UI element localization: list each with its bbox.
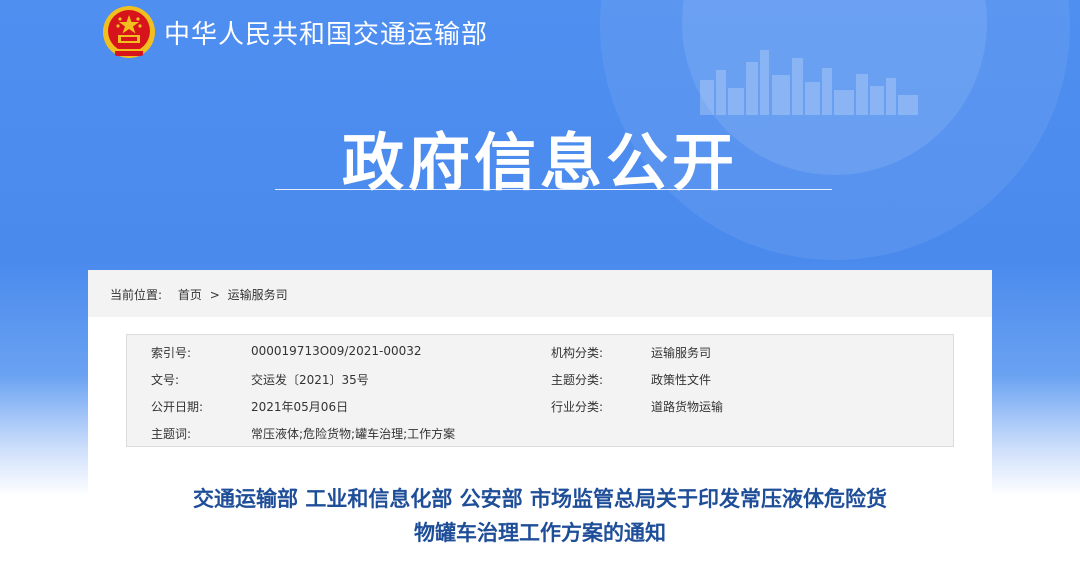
breadcrumb-home-link[interactable]: 首页 [178,286,202,303]
breadcrumb: 当前位置: 首页 > 运输服务司 [110,286,288,303]
document-info-table: 索引号: 000019713O09/2021-00032 机构分类: 运输服务司… [126,334,954,447]
date-value: 2021年05月06日 [251,400,349,414]
breadcrumb-bar: 当前位置: 首页 > 运输服务司 [88,270,992,317]
title-underline [275,189,832,190]
keywords-value: 常压液体;危险货物;罐车治理;工作方案 [251,427,456,441]
industry-value: 道路货物运输 [651,400,724,414]
breadcrumb-label: 当前位置: [110,288,163,302]
date-label: 公开日期: [151,400,204,414]
doc-no-label: 文号: [151,373,180,387]
index-no-label: 索引号: [151,346,192,360]
city-skyline-icon [700,50,918,115]
keywords-label: 主题词: [151,427,192,441]
org-value: 运输服务司 [651,346,712,360]
doc-no-value: 交运发〔2021〕35号 [251,373,369,387]
document-title-line: 物罐车治理工作方案的通知 [414,521,666,545]
industry-label: 行业分类: [551,400,604,414]
index-no-value: 000019713O09/2021-00032 [251,344,422,358]
document-title-line: 交通运输部 工业和信息化部 公安部 市场监管总局关于印发常压液体危险货 [193,487,887,511]
ministry-name: 中华人民共和国交通运输部 [164,20,489,50]
national-emblem-icon [103,6,155,58]
topic-label: 主题分类: [551,373,604,387]
breadcrumb-separator: > [209,288,220,302]
org-label: 机构分类: [551,346,604,360]
breadcrumb-current-link[interactable]: 运输服务司 [228,286,288,303]
topic-value: 政策性文件 [651,373,712,387]
content-panel: 当前位置: 首页 > 运输服务司 索引号: 000019713O09/2021-… [88,270,992,577]
document-title: 交通运输部 工业和信息化部 公安部 市场监管总局关于印发常压液体危险货 物罐车治… [88,482,992,550]
